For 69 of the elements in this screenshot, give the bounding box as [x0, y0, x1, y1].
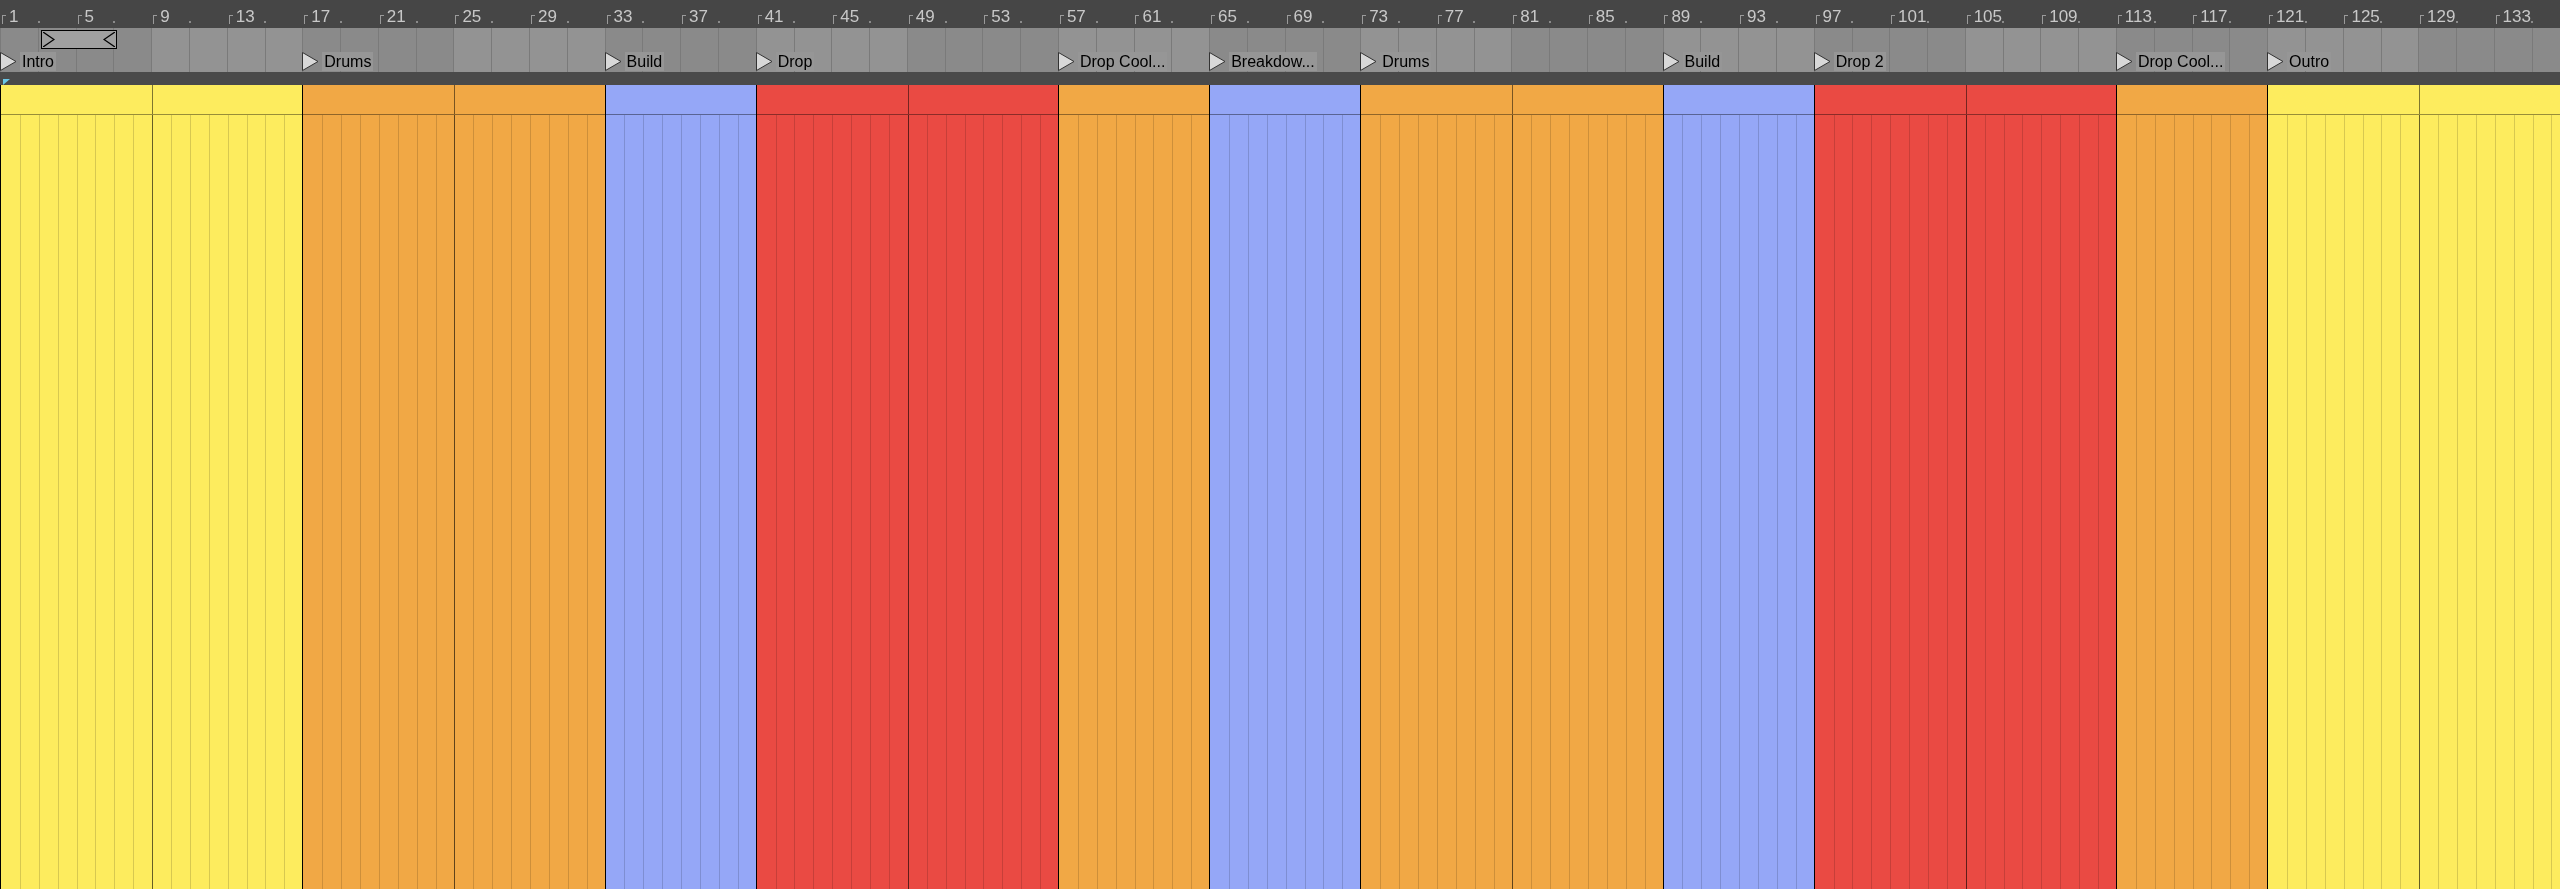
- clip-header[interactable]: [1210, 85, 1361, 115]
- bar-number: 109: [2048, 8, 2078, 25]
- locator-label[interactable]: Drums: [322, 52, 374, 71]
- clip-header[interactable]: [303, 85, 605, 115]
- bar-number: 73: [1368, 8, 1389, 25]
- clip-header[interactable]: [1, 85, 303, 115]
- bar-number: 97: [1821, 8, 1842, 25]
- bar-number: 89: [1670, 8, 1691, 25]
- bar-number: 29: [536, 8, 557, 25]
- locator-marker-icon[interactable]: [2267, 52, 2285, 71]
- locator-marker-icon[interactable]: [302, 52, 320, 71]
- locator-label[interactable]: Outro: [2287, 52, 2332, 71]
- bar-number: 133: [2501, 8, 2531, 25]
- bar-number: 93: [1745, 8, 1766, 25]
- bar-number: 69: [1292, 8, 1313, 25]
- bar-number: 5: [83, 8, 95, 25]
- bar-number: 81: [1519, 8, 1540, 25]
- locator-label[interactable]: Breakdow...: [1229, 52, 1317, 71]
- clip-header[interactable]: [2268, 85, 2560, 115]
- locator-label[interactable]: Drums: [1380, 52, 1432, 71]
- locator-marker-icon[interactable]: [1209, 52, 1227, 71]
- clip-header[interactable]: [1814, 85, 2116, 115]
- bar-number: 17: [310, 8, 331, 25]
- bar-number: 117: [2199, 8, 2228, 25]
- locator-lane[interactable]: Intro Drums Build Drop Drop Cool... Breakdow... Drums Build Drop 2 Drop Cool... Outro: [0, 28, 2560, 72]
- locator-marker-icon[interactable]: [0, 52, 17, 71]
- locator-marker-icon[interactable]: [755, 52, 773, 71]
- bar-number: 21: [385, 8, 406, 25]
- clip-header[interactable]: [2116, 85, 2268, 115]
- bar-number: 105: [1972, 8, 2002, 25]
- locator-label[interactable]: Drop 2: [1833, 52, 1886, 71]
- clip-header[interactable]: [1663, 85, 1814, 115]
- bar-number: 101: [1897, 8, 1927, 25]
- locator-label[interactable]: Intro: [20, 52, 56, 71]
- bar-number: 37: [688, 8, 708, 25]
- bar-number: 125: [2350, 8, 2380, 25]
- clip-header[interactable]: [1059, 85, 1210, 115]
- loop-end-icon: [103, 32, 116, 47]
- locator-label[interactable]: Build: [1682, 52, 1723, 71]
- locator-marker-icon[interactable]: [1058, 52, 1075, 71]
- locator-marker-icon[interactable]: [604, 52, 622, 71]
- locator-label[interactable]: Drop Cool...: [2135, 52, 2226, 71]
- bar-number: 45: [839, 8, 860, 25]
- bar-number: 113: [2123, 8, 2152, 25]
- bar-number: 9: [159, 8, 170, 25]
- bar-number: 53: [990, 8, 1011, 25]
- locator-marker-icon[interactable]: [2115, 52, 2133, 71]
- bar-number: 49: [914, 8, 935, 25]
- loop-start-icon: [42, 32, 55, 47]
- locator-marker-icon[interactable]: [1360, 52, 1378, 71]
- bar-number: 57: [1065, 8, 1086, 25]
- bar-number: 25: [461, 8, 482, 25]
- locator-marker-icon[interactable]: [1813, 52, 1831, 71]
- bar-number: 77: [1443, 8, 1464, 25]
- locator-marker-icon[interactable]: [1662, 52, 1680, 71]
- bar-number: 1: [8, 8, 19, 25]
- loop-brace[interactable]: [40, 30, 118, 49]
- clip-header[interactable]: [756, 85, 1058, 115]
- bar-number: 65: [1217, 8, 1237, 25]
- bar-number: 41: [763, 8, 784, 25]
- clip-header[interactable]: [1361, 85, 1663, 115]
- bar-number: 61: [1141, 8, 1162, 25]
- locator-label[interactable]: Build: [624, 52, 665, 71]
- bar-number: 33: [612, 8, 633, 25]
- bar-number: 85: [1594, 8, 1615, 25]
- clip-header[interactable]: [605, 85, 756, 115]
- bar-number: 121: [2274, 8, 2305, 25]
- bar-number: 129: [2426, 8, 2456, 25]
- bar-number: 13: [234, 8, 255, 25]
